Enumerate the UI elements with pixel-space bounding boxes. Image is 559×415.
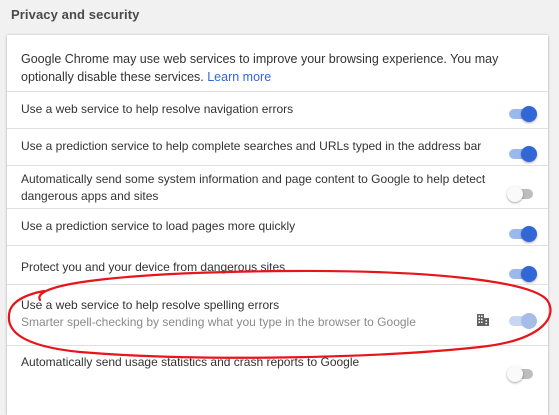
setting-sublabel: Smarter spell-checking by sending what y… bbox=[21, 315, 416, 329]
setting-label: Use a prediction service to help complet… bbox=[21, 139, 482, 153]
setting-label: Use a web service to help resolve spelli… bbox=[21, 298, 280, 312]
toggle-knob bbox=[507, 366, 523, 382]
setting-row-safe-browsing-extended[interactable]: Automatically send some system informati… bbox=[7, 165, 548, 208]
setting-row-spelling-service[interactable]: Use a web service to help resolve spelli… bbox=[7, 284, 548, 345]
setting-row-navigation-errors[interactable]: Use a web service to help resolve naviga… bbox=[7, 91, 548, 128]
toggle-knob bbox=[521, 146, 537, 162]
section-title: Privacy and security bbox=[11, 7, 140, 22]
setting-label: Automatically send usage statistics and … bbox=[21, 355, 360, 369]
toggle-knob bbox=[521, 106, 537, 122]
setting-label: Use a prediction service to load pages m… bbox=[21, 219, 296, 233]
setting-row-usage-statistics[interactable]: Automatically send usage statistics and … bbox=[7, 345, 548, 395]
privacy-settings-card: Google Chrome may use web services to im… bbox=[7, 35, 548, 415]
safe-browsing-extended-toggle[interactable] bbox=[507, 186, 537, 202]
toggle-knob bbox=[521, 226, 537, 242]
setting-row-page-preload[interactable]: Use a prediction service to load pages m… bbox=[7, 208, 548, 245]
setting-label: Protect you and your device from dangero… bbox=[21, 260, 286, 274]
toggle-knob bbox=[507, 186, 523, 202]
learn-more-link[interactable]: Learn more bbox=[207, 70, 271, 84]
setting-row-safe-browsing[interactable]: Protect you and your device from dangero… bbox=[7, 245, 548, 284]
toggle-knob bbox=[521, 266, 537, 282]
search-predictions-toggle[interactable] bbox=[507, 146, 537, 162]
enterprise-policy-icon[interactable] bbox=[476, 313, 490, 327]
intro-text: Google Chrome may use web services to im… bbox=[21, 50, 541, 86]
spelling-service-toggle bbox=[507, 313, 537, 329]
setting-row-search-predictions[interactable]: Use a prediction service to help complet… bbox=[7, 128, 548, 165]
page-preload-toggle[interactable] bbox=[507, 226, 537, 242]
usage-statistics-toggle[interactable] bbox=[507, 366, 537, 382]
setting-label: Use a web service to help resolve naviga… bbox=[21, 102, 294, 116]
navigation-errors-toggle[interactable] bbox=[507, 106, 537, 122]
safe-browsing-toggle[interactable] bbox=[507, 266, 537, 282]
setting-label: Automatically send some system informati… bbox=[21, 172, 486, 203]
toggle-knob bbox=[521, 313, 537, 329]
